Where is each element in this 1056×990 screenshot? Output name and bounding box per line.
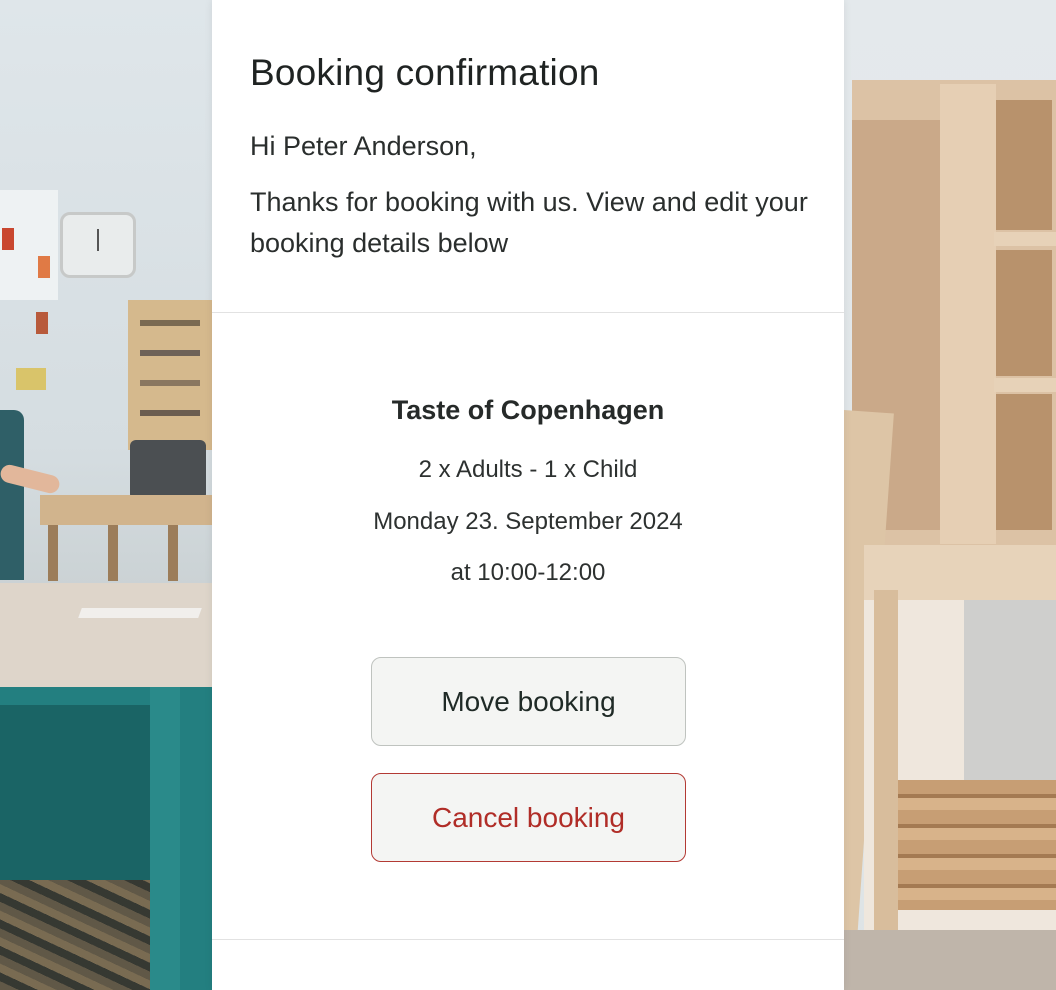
workshop-background-photo-left — [0, 0, 212, 990]
cancel-booking-button[interactable]: Cancel booking — [371, 773, 686, 862]
wall-clock — [60, 212, 136, 278]
workshop-background-photo-right — [844, 0, 1056, 990]
page-title: Booking confirmation — [250, 52, 600, 93]
intro-text: Thanks for booking with us. View and edi… — [250, 187, 808, 258]
footer-divider — [212, 939, 844, 940]
card-header: Booking confirmation Hi Peter Anderson, … — [212, 0, 844, 313]
booking-confirmation-card: Booking confirmation Hi Peter Anderson, … — [212, 0, 844, 990]
greeting-text: Hi Peter Anderson, — [250, 131, 477, 161]
page: Booking confirmation Hi Peter Anderson, … — [0, 0, 1056, 990]
guest-count: 2 x Adults - 1 x Child — [418, 456, 638, 483]
event-name: Taste of Copenhagen — [391, 395, 665, 425]
booking-time: at 10:00-12:00 — [450, 559, 606, 586]
move-booking-button[interactable]: Move booking — [371, 657, 686, 746]
booking-date: Monday 23. September 2024 — [373, 508, 683, 535]
